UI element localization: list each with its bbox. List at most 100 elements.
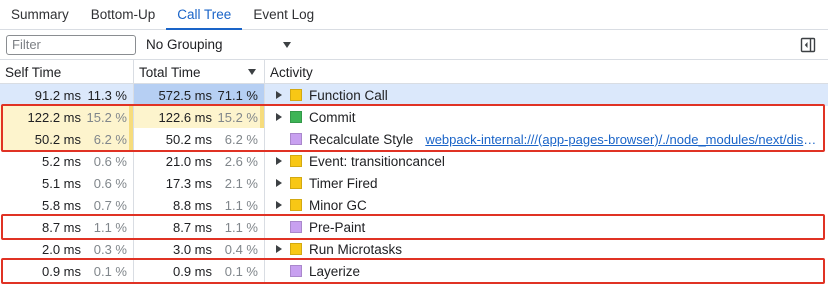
category-color-swatch <box>290 243 302 255</box>
total-time-value: 3.0 ms <box>172 241 212 257</box>
self-time-percent: 0.1 % <box>93 263 127 279</box>
total-time-value: 8.8 ms <box>172 197 212 213</box>
activity-cell: Layerize <box>265 260 828 282</box>
activity-cell: Recalculate Style webpack-internal:///(ap… <box>265 128 828 150</box>
activity-header[interactable]: Activity <box>265 60 828 84</box>
self-time-value: 8.7 ms <box>41 219 81 235</box>
total-time-cell: 3.0 ms 0.4 % <box>134 238 265 260</box>
self-time-percent: 11.3 % <box>87 87 127 103</box>
expand-arrow-icon[interactable] <box>272 201 286 209</box>
chevron-down-icon <box>282 41 291 48</box>
activity-header-label: Activity <box>270 64 313 80</box>
self-time-percent: 15.2 % <box>86 109 127 125</box>
grouping-dropdown-label: No Grouping <box>146 37 223 52</box>
self-time-percent: 0.6 % <box>93 153 127 169</box>
self-time-cell: 5.1 ms 0.6 % <box>0 172 134 194</box>
self-time-value: 5.1 ms <box>41 175 81 191</box>
tab-summary[interactable]: Summary <box>0 0 80 29</box>
self-time-value: 2.0 ms <box>41 241 81 257</box>
total-time-percent: 2.6 % <box>224 153 258 169</box>
category-color-swatch <box>290 177 302 189</box>
self-time-cell: 5.8 ms 0.7 % <box>0 194 134 216</box>
total-time-cell: 50.2 ms 6.2 % <box>134 128 265 150</box>
activity-cell: Event: transitioncancel <box>265 150 828 172</box>
table-row[interactable]: 0.9 ms 0.1 % 0.9 ms 0.1 % Layerize <box>0 260 828 282</box>
total-time-percent: 1.1 % <box>224 219 258 235</box>
activity-name: Run Microtasks <box>309 241 403 257</box>
total-time-header[interactable]: Total Time <box>134 60 265 84</box>
table-body: 91.2 ms 11.3 % 572.5 ms 71.1 % Function Call… <box>0 84 828 282</box>
total-time-cell: 21.0 ms 2.6 % <box>134 150 265 172</box>
total-time-header-label: Total Time <box>139 64 201 80</box>
self-time-cell: 122.2 ms 15.2 % <box>0 106 134 128</box>
total-time-cell: 8.8 ms 1.1 % <box>134 194 265 216</box>
activity-name: Function Call <box>309 87 388 103</box>
self-time-cell: 8.7 ms 1.1 % <box>0 216 134 238</box>
table-row[interactable]: 50.2 ms 6.2 % 50.2 ms 6.2 % Recalculate Styl… <box>0 128 828 150</box>
total-time-percent: 71.1 % <box>217 87 258 103</box>
self-time-percent: 1.1 % <box>93 219 127 235</box>
call-tree-toolbar: No Grouping <box>0 30 828 60</box>
total-time-value: 122.6 ms <box>158 109 212 125</box>
toggle-sidebar-icon[interactable] <box>800 37 816 53</box>
category-color-swatch <box>290 221 302 233</box>
total-time-percent: 1.1 % <box>224 197 258 213</box>
self-time-value: 5.2 ms <box>41 153 81 169</box>
activity-cell: Timer Fired <box>265 172 828 194</box>
total-time-percent: 15.2 % <box>217 109 258 125</box>
table-row[interactable]: 5.1 ms 0.6 % 17.3 ms 2.1 % Timer Fired <box>0 172 828 194</box>
total-time-value: 50.2 ms <box>165 131 212 147</box>
table-row[interactable]: 5.8 ms 0.7 % 8.8 ms 1.1 % Minor GC <box>0 194 828 216</box>
table-row[interactable]: 8.7 ms 1.1 % 8.7 ms 1.1 % Pre-Paint <box>0 216 828 238</box>
self-time-value: 5.8 ms <box>41 197 81 213</box>
table-row[interactable]: 122.2 ms 15.2 % 122.6 ms 15.2 % Commit <box>0 106 828 128</box>
self-time-cell: 2.0 ms 0.3 % <box>0 238 134 260</box>
total-time-cell: 8.7 ms 1.1 % <box>134 216 265 238</box>
category-color-swatch <box>290 133 302 145</box>
table-row[interactable]: 2.0 ms 0.3 % 3.0 ms 0.4 % Run Microtasks <box>0 238 828 260</box>
self-time-cell: 0.9 ms 0.1 % <box>0 260 134 282</box>
activity-cell: Pre-Paint <box>265 216 828 238</box>
total-time-cell: 122.6 ms 15.2 % <box>134 106 265 128</box>
self-time-percent: 6.2 % <box>93 131 127 147</box>
self-time-value: 122.2 ms <box>27 109 81 125</box>
activity-name: Commit <box>309 109 356 125</box>
self-time-value: 0.9 ms <box>41 263 81 279</box>
source-link[interactable]: webpack-internal:///(app-pages-browser)/… <box>425 132 817 147</box>
activity-cell: Minor GC <box>265 194 828 216</box>
filter-input[interactable] <box>6 34 136 55</box>
grouping-dropdown[interactable]: No Grouping <box>146 34 291 56</box>
category-color-swatch <box>290 89 302 101</box>
expand-arrow-icon[interactable] <box>272 245 286 253</box>
expand-arrow-icon[interactable] <box>272 157 286 165</box>
self-time-cell: 91.2 ms 11.3 % <box>0 84 134 106</box>
tab-event-log[interactable]: Event Log <box>242 0 325 29</box>
category-color-swatch <box>290 111 302 123</box>
table-row[interactable]: 5.2 ms 0.6 % 21.0 ms 2.6 % Event: transition… <box>0 150 828 172</box>
self-time-cell: 50.2 ms 6.2 % <box>0 128 134 150</box>
heat-bar <box>260 106 264 128</box>
category-color-swatch <box>290 155 302 167</box>
heat-bar <box>129 106 133 128</box>
total-time-value: 0.9 ms <box>172 263 212 279</box>
expand-arrow-icon[interactable] <box>272 113 286 121</box>
self-time-header[interactable]: Self Time <box>0 60 134 84</box>
total-time-percent: 0.4 % <box>224 241 258 257</box>
expand-arrow-icon[interactable] <box>272 91 286 99</box>
total-time-cell: 17.3 ms 2.1 % <box>134 172 265 194</box>
self-time-percent: 0.6 % <box>93 175 127 191</box>
tab-bottom-up[interactable]: Bottom-Up <box>80 0 167 29</box>
expand-arrow-icon[interactable] <box>272 179 286 187</box>
self-time-percent: 0.3 % <box>93 241 127 257</box>
total-time-percent: 6.2 % <box>224 131 258 147</box>
table-row[interactable]: 91.2 ms 11.3 % 572.5 ms 71.1 % Function Call <box>0 84 828 106</box>
activity-name: Layerize <box>309 263 361 279</box>
total-time-value: 21.0 ms <box>165 153 212 169</box>
self-time-value: 91.2 ms <box>34 87 81 103</box>
sort-descending-icon <box>248 69 256 75</box>
activity-name: Timer Fired <box>309 175 378 191</box>
tab-call-tree[interactable]: Call Tree <box>166 0 243 30</box>
self-time-percent: 0.7 % <box>93 197 127 213</box>
total-time-cell: 572.5 ms 71.1 % <box>134 84 265 106</box>
heat-bar <box>129 128 133 150</box>
